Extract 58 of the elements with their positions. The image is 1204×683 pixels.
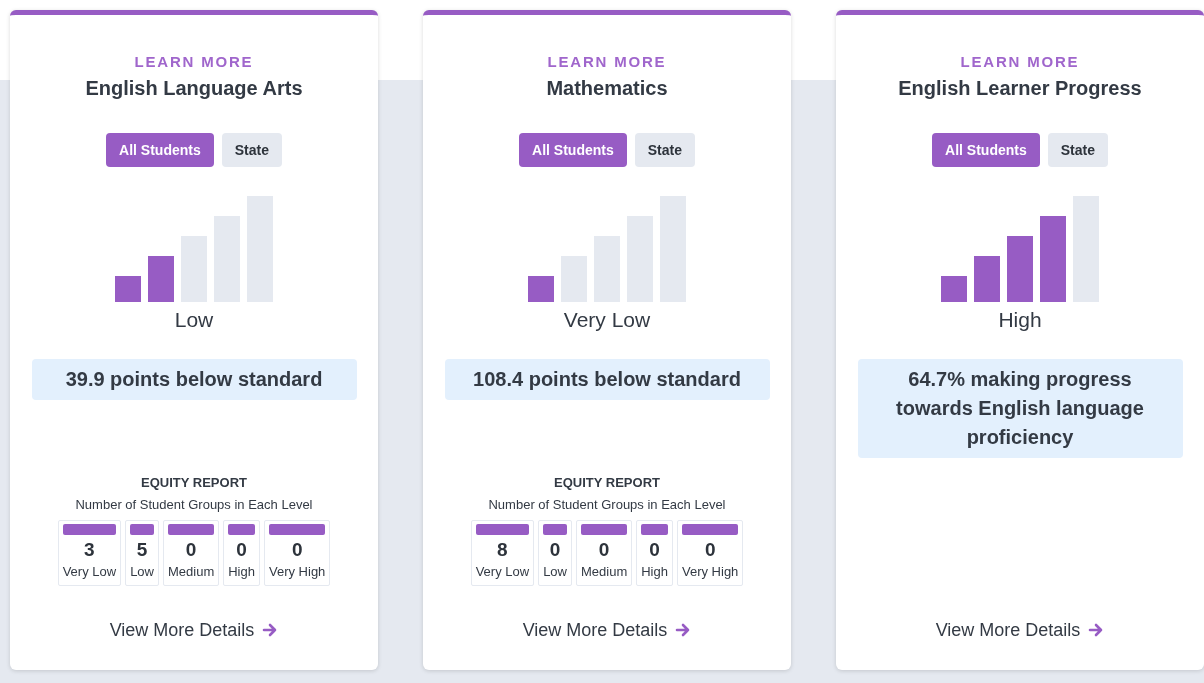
equity-report-subtitle: Number of Student Groups in Each Level <box>75 496 313 514</box>
filter-toggle[interactable]: All Students <box>932 133 1040 167</box>
level-stripe <box>62 524 117 535</box>
level-name: Medium <box>168 563 215 581</box>
level-count: 0 <box>185 538 197 562</box>
learn-more-link[interactable]: LEARN MORE <box>960 52 1080 72</box>
equity-report-title: EQUITY REPORT <box>554 474 660 492</box>
level-stripe <box>475 524 530 535</box>
level-count: 0 <box>704 538 716 562</box>
level-label: Low <box>174 307 214 333</box>
view-details-link[interactable]: View More Details <box>109 618 279 642</box>
filter-toggle[interactable]: State <box>1047 133 1108 167</box>
level-label: Very Low <box>563 307 651 333</box>
equity-report-subtitle: Number of Student Groups in Each Level <box>488 496 726 514</box>
card-title: English Language Arts <box>85 76 303 101</box>
level-stripe <box>682 524 739 535</box>
filter-toggle[interactable]: All Students <box>519 133 627 167</box>
level-stripe <box>543 524 567 535</box>
level-stripe <box>228 524 255 535</box>
level-label: High <box>998 307 1042 333</box>
learn-more-link[interactable]: LEARN MORE <box>134 52 254 72</box>
level-count: 0 <box>598 538 610 562</box>
level-stripe <box>641 524 668 535</box>
level-name: Low <box>130 563 154 581</box>
level-stripe <box>581 524 628 535</box>
level-count: 0 <box>291 538 303 562</box>
level-name: Medium <box>581 563 628 581</box>
arrow-right-icon <box>675 622 692 638</box>
learn-more-link[interactable]: LEARN MORE <box>547 52 667 72</box>
level-stripe <box>130 524 154 535</box>
level-count: 0 <box>649 538 660 562</box>
level-name: Very Low <box>62 563 117 581</box>
level-stripe <box>269 524 326 535</box>
level-name: Low <box>543 563 567 581</box>
arrow-right-icon <box>262 622 279 638</box>
card-title: English Learner Progress <box>898 76 1142 101</box>
level-name: High <box>641 563 668 581</box>
filter-toggle[interactable]: State <box>634 133 695 167</box>
level-name: High <box>228 563 255 581</box>
view-details-link[interactable]: View More Details <box>935 618 1105 642</box>
level-stripe <box>168 524 215 535</box>
equity-report-title: EQUITY REPORT <box>141 474 247 492</box>
level-count: 0 <box>236 538 247 562</box>
level-count: 8 <box>497 538 508 562</box>
result-panel: 39.9 points below standard <box>31 359 357 400</box>
filter-toggle[interactable]: State <box>221 133 282 167</box>
result-panel: 64.7% making progress towards English language proficiency <box>857 359 1183 458</box>
filter-toggle[interactable]: All Students <box>106 133 214 167</box>
level-name: Very High <box>682 563 739 581</box>
card-title: Mathematics <box>546 76 668 101</box>
level-count: 0 <box>549 538 561 562</box>
level-count: 3 <box>84 538 95 562</box>
result-panel: 108.4 points below standard <box>444 359 770 400</box>
level-name: Very High <box>269 563 326 581</box>
arrow-right-icon <box>1088 622 1105 638</box>
level-name: Very Low <box>475 563 530 581</box>
level-count: 5 <box>136 538 148 562</box>
view-details-link[interactable]: View More Details <box>522 618 692 642</box>
